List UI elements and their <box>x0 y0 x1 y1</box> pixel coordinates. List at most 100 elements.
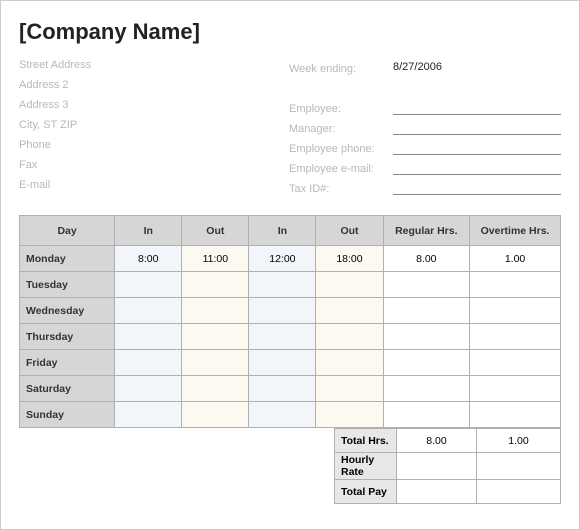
header-info: Street Address Address 2 Address 3 City,… <box>19 59 561 195</box>
total-pay-overtime <box>477 480 561 504</box>
total-pay-row: Total Pay <box>335 480 561 504</box>
timesheet-table: Day In Out In Out Regular Hrs. Overtime … <box>19 215 561 428</box>
cell-out2 <box>316 402 383 428</box>
cell-out2 <box>316 376 383 402</box>
th-out2: Out <box>316 216 383 246</box>
company-name: [Company Name] <box>19 19 561 45</box>
day-name: Friday <box>20 350 115 376</box>
total-pay-regular <box>397 480 477 504</box>
emp-phone-label: Employee phone: <box>289 143 389 155</box>
cell-in2 <box>249 272 316 298</box>
cell-out1 <box>182 272 249 298</box>
cell-overtime <box>470 298 561 324</box>
th-in1: In <box>115 216 182 246</box>
totals-block: Total Hrs. 8.00 1.00 Hourly Rate Total P… <box>19 428 561 504</box>
cell-overtime <box>470 402 561 428</box>
cell-in1 <box>115 402 182 428</box>
cell-regular <box>383 298 470 324</box>
total-hrs-regular: 8.00 <box>397 429 477 453</box>
total-pay-label: Total Pay <box>335 480 397 504</box>
timesheet-page: [Company Name] Street Address Address 2 … <box>0 0 580 530</box>
hourly-rate-label: Hourly Rate <box>335 453 397 480</box>
th-overtime: Overtime Hrs. <box>470 216 561 246</box>
address-block: Street Address Address 2 Address 3 City,… <box>19 59 259 195</box>
fax-label: Fax <box>19 159 259 175</box>
cell-overtime <box>470 324 561 350</box>
tax-id-label: Tax ID#: <box>289 183 389 195</box>
cell-out2 <box>316 350 383 376</box>
hourly-rate-overtime <box>477 453 561 480</box>
emp-email-value <box>393 161 561 175</box>
hourly-rate-row: Hourly Rate <box>335 453 561 480</box>
cell-overtime <box>470 350 561 376</box>
cell-in1 <box>115 324 182 350</box>
cell-out2: 18:00 <box>316 246 383 272</box>
table-row: Sunday <box>20 402 561 428</box>
table-row: Tuesday <box>20 272 561 298</box>
total-hrs-overtime: 1.00 <box>477 429 561 453</box>
hourly-rate-regular <box>397 453 477 480</box>
city-state-zip: City, ST ZIP <box>19 119 259 135</box>
cell-out2 <box>316 298 383 324</box>
cell-overtime <box>470 376 561 402</box>
th-out1: Out <box>182 216 249 246</box>
email-label: E-mail <box>19 179 259 195</box>
manager-value <box>393 121 561 135</box>
cell-in2 <box>249 376 316 402</box>
day-name: Saturday <box>20 376 115 402</box>
th-day: Day <box>20 216 115 246</box>
cell-in1 <box>115 272 182 298</box>
cell-in1 <box>115 376 182 402</box>
table-row: Monday8:0011:0012:0018:008.001.00 <box>20 246 561 272</box>
cell-overtime: 1.00 <box>470 246 561 272</box>
cell-regular <box>383 350 470 376</box>
employee-label: Employee: <box>289 103 389 115</box>
cell-in2 <box>249 298 316 324</box>
day-name: Wednesday <box>20 298 115 324</box>
table-row: Friday <box>20 350 561 376</box>
day-name: Tuesday <box>20 272 115 298</box>
cell-out1 <box>182 402 249 428</box>
cell-regular <box>383 402 470 428</box>
cell-in1 <box>115 350 182 376</box>
phone-label: Phone <box>19 139 259 155</box>
cell-out1 <box>182 324 249 350</box>
cell-in1: 8:00 <box>115 246 182 272</box>
cell-regular <box>383 272 470 298</box>
week-ending-label: Week ending: <box>289 63 389 75</box>
address-3: Address 3 <box>19 99 259 115</box>
table-row: Thursday <box>20 324 561 350</box>
cell-out2 <box>316 272 383 298</box>
cell-regular <box>383 324 470 350</box>
cell-out1 <box>182 376 249 402</box>
address-2: Address 2 <box>19 79 259 95</box>
day-name: Monday <box>20 246 115 272</box>
manager-label: Manager: <box>289 123 389 135</box>
cell-in2 <box>249 324 316 350</box>
cell-in2 <box>249 350 316 376</box>
cell-in2: 12:00 <box>249 246 316 272</box>
emp-phone-value <box>393 141 561 155</box>
th-regular: Regular Hrs. <box>383 216 470 246</box>
th-in2: In <box>249 216 316 246</box>
total-hrs-row: Total Hrs. 8.00 1.00 <box>335 429 561 453</box>
table-row: Wednesday <box>20 298 561 324</box>
cell-out1 <box>182 298 249 324</box>
cell-out1: 11:00 <box>182 246 249 272</box>
cell-overtime <box>470 272 561 298</box>
day-name: Sunday <box>20 402 115 428</box>
cell-in1 <box>115 298 182 324</box>
details-block: Week ending: 8/27/2006 Employee: Manager… <box>289 59 561 195</box>
table-header-row: Day In Out In Out Regular Hrs. Overtime … <box>20 216 561 246</box>
total-hrs-label: Total Hrs. <box>335 429 397 453</box>
cell-regular <box>383 376 470 402</box>
cell-out2 <box>316 324 383 350</box>
table-row: Saturday <box>20 376 561 402</box>
tax-id-value <box>393 181 561 195</box>
cell-regular: 8.00 <box>383 246 470 272</box>
week-ending-value: 8/27/2006 <box>393 61 561 75</box>
street-address: Street Address <box>19 59 259 75</box>
employee-value <box>393 101 561 115</box>
cell-out1 <box>182 350 249 376</box>
emp-email-label: Employee e-mail: <box>289 163 389 175</box>
